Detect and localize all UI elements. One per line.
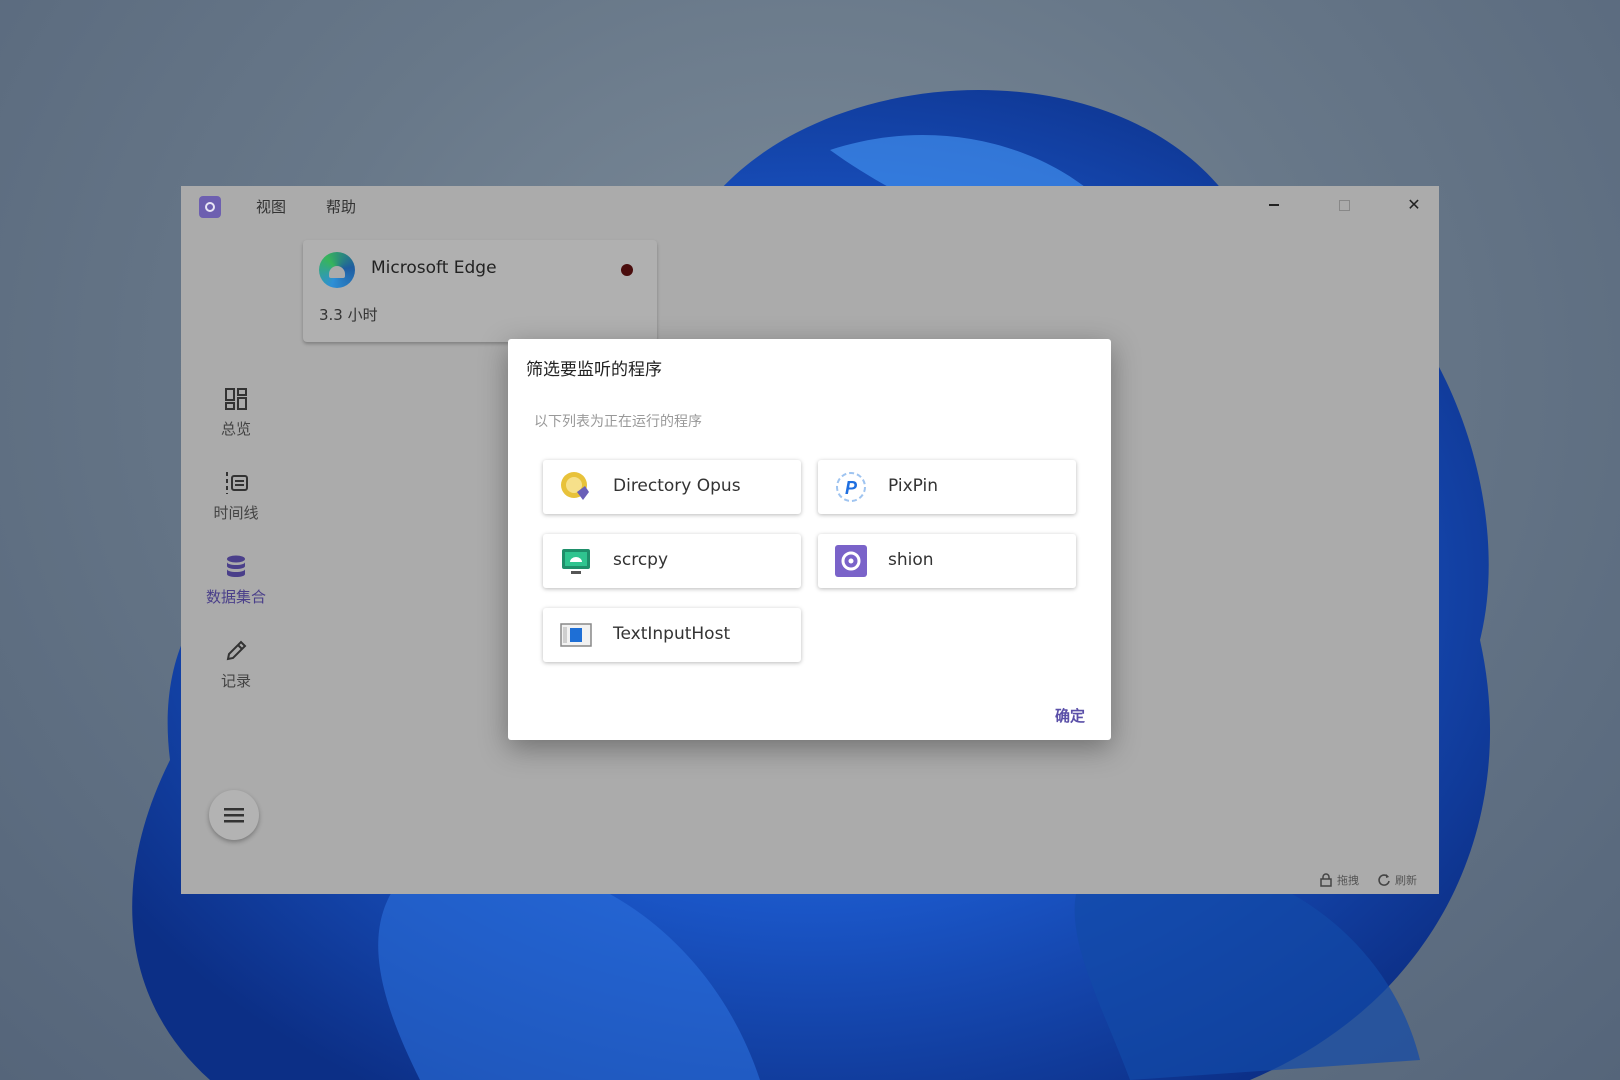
program-name: Directory Opus (613, 476, 741, 496)
program-name: TextInputHost (613, 624, 731, 644)
app-usage-card[interactable]: Microsoft Edge 3.3 小时 (303, 240, 657, 342)
app-logo-icon (199, 196, 221, 218)
svg-text:P: P (845, 478, 858, 498)
dashboard-icon (225, 388, 247, 410)
menu-view[interactable]: 视图 (256, 196, 286, 217)
program-name: PixPin (888, 476, 939, 496)
minimize-button[interactable] (1261, 194, 1287, 216)
dialog-subtitle: 以下列表为正在运行的程序 (534, 414, 702, 430)
dialog-title: 筛选要监听的程序 (526, 360, 662, 380)
menu-fab-button[interactable] (209, 790, 259, 840)
status-dot (621, 264, 633, 276)
filter-programs-dialog: 筛选要监听的程序 以下列表为正在运行的程序 Directory Opus P P… (508, 339, 1111, 740)
menu-help[interactable]: 帮助 (326, 196, 356, 217)
program-item[interactable]: P PixPin (818, 460, 1076, 514)
sidebar-item-label: 时间线 (213, 504, 259, 522)
refresh-icon (1378, 874, 1390, 886)
program-item[interactable]: scrcpy (543, 534, 801, 588)
card-app-name: Microsoft Edge (371, 258, 497, 278)
program-item[interactable]: TextInputHost (543, 608, 801, 662)
lock-toggle[interactable]: 拖拽 (1319, 872, 1359, 888)
refresh-label: 刷新 (1395, 874, 1417, 887)
card-duration: 3.3 小时 (319, 306, 378, 324)
sidebar-item-label: 记录 (220, 672, 251, 690)
hamburger-menu-icon (224, 808, 244, 823)
lock-icon (1320, 873, 1332, 887)
program-item[interactable]: Directory Opus (543, 460, 801, 514)
maximize-button[interactable] (1331, 194, 1357, 216)
shion-icon (835, 545, 867, 577)
sidebar-item-overview[interactable]: 总览 (201, 386, 271, 439)
sidebar-item-data-collection[interactable]: 数据集合 (201, 554, 271, 607)
close-button[interactable]: ✕ (1401, 194, 1427, 216)
directory-opus-icon (561, 472, 589, 500)
status-bar: 拖拽 刷新 (1319, 872, 1417, 888)
microsoft-edge-icon (319, 252, 355, 288)
database-icon (227, 555, 245, 577)
sidebar-item-label: 总览 (220, 420, 251, 438)
scrcpy-icon (562, 549, 590, 574)
program-name: scrcpy (613, 550, 669, 570)
pencil-icon (226, 640, 247, 661)
timeline-icon (226, 472, 248, 494)
textinputhost-icon (560, 623, 592, 647)
sidebar-item-timeline[interactable]: 时间线 (201, 470, 271, 523)
pixpin-icon: P (836, 472, 866, 502)
sidebar-item-label: 数据集合 (205, 588, 266, 606)
program-item[interactable]: shion (818, 534, 1076, 588)
program-name: shion (888, 550, 934, 570)
title-bar: 视图 帮助 ✕ (181, 186, 1439, 226)
refresh-button[interactable]: 刷新 (1377, 872, 1417, 888)
confirm-button[interactable]: 确定 (1055, 705, 1085, 726)
lock-label: 拖拽 (1337, 874, 1359, 887)
sidebar-item-records[interactable]: 记录 (201, 638, 271, 691)
